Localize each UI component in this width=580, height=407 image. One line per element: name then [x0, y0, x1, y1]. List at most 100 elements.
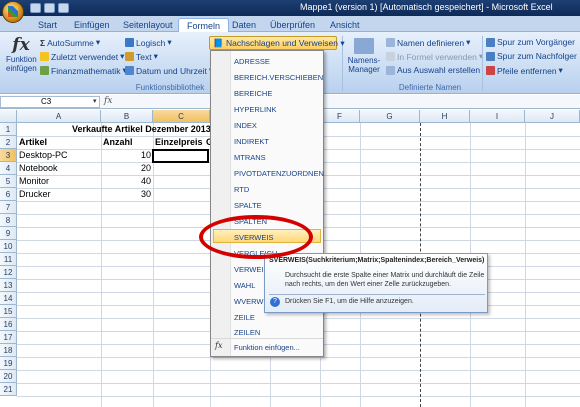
name-manager-button[interactable]: Namens-Manager	[346, 38, 382, 74]
row-header[interactable]: 9	[0, 227, 17, 240]
menu-item-zeilen[interactable]: ZEILEN	[234, 328, 260, 337]
cell-a2[interactable]: Artikel	[19, 136, 47, 149]
row-header[interactable]: 2	[0, 136, 17, 149]
column-header-j[interactable]: J	[525, 110, 580, 123]
cell-b3[interactable]: 10	[101, 149, 151, 162]
row-header[interactable]: 1	[0, 123, 17, 136]
menu-item-bereich-verschieben[interactable]: BEREICH.VERSCHIEBEN	[234, 73, 323, 82]
row-header[interactable]: 14	[0, 292, 17, 305]
column-header-i[interactable]: I	[470, 110, 525, 123]
row-header[interactable]: 13	[0, 279, 17, 292]
cell-b4[interactable]: 20	[101, 162, 151, 175]
menu-item-pivotdatenzuordnen[interactable]: PIVOTDATENZUORDNEN	[234, 169, 324, 178]
redo-icon[interactable]	[58, 3, 69, 13]
row-header[interactable]: 21	[0, 383, 17, 396]
menu-item-wahl[interactable]: WAHL	[234, 281, 255, 290]
tab-formeln[interactable]: Formeln	[178, 18, 230, 33]
row-header[interactable]: 4	[0, 162, 17, 175]
active-cell-c3[interactable]	[152, 149, 209, 163]
tab-seitenlayout[interactable]: Seitenlayout	[115, 18, 181, 32]
insert-function-button[interactable]: fx Funktion einfügen	[6, 35, 37, 73]
book-icon: 📘	[213, 38, 224, 48]
menu-item-hyperlink[interactable]: HYPERLINK	[234, 105, 277, 114]
tab-daten[interactable]: Daten	[224, 18, 264, 32]
logical-button[interactable]: Logisch ▾	[125, 37, 172, 48]
menu-item-indirekt[interactable]: INDIREKT	[234, 137, 269, 146]
autosum-button[interactable]: Σ AutoSumme ▾	[40, 37, 100, 48]
tab-ansicht[interactable]: Ansicht	[322, 18, 368, 32]
create-from-selection-button[interactable]: Aus Auswahl erstellen	[386, 65, 480, 75]
arrow-icon	[486, 51, 495, 61]
cell-a4[interactable]: Notebook	[19, 162, 58, 175]
column-header-h[interactable]: H	[420, 110, 470, 123]
column-header-b[interactable]: B	[101, 110, 153, 123]
trace-dependents-button[interactable]: Spur zum Nachfolger	[486, 51, 577, 61]
row-header[interactable]: 17	[0, 331, 17, 344]
cell-b2[interactable]: Anzahl	[103, 136, 133, 149]
menu-item-adresse[interactable]: ADRESSE	[234, 57, 270, 66]
menu-item-insert-function[interactable]: Funktion einfügen...	[234, 343, 300, 352]
row-header[interactable]: 12	[0, 266, 17, 279]
remove-arrows-button[interactable]: Pfeile entfernen ▾	[486, 65, 563, 76]
define-name-button[interactable]: Namen definieren ▾	[386, 37, 470, 48]
row-header[interactable]: 15	[0, 305, 17, 318]
fx-icon: fx	[104, 96, 113, 106]
use-in-formula-button[interactable]: In Formel verwenden ▾	[386, 51, 483, 62]
menu-item-bereiche[interactable]: BEREICHE	[234, 89, 272, 98]
cell-a3[interactable]: Desktop-PC	[19, 149, 68, 162]
text-button[interactable]: Text ▾	[125, 51, 158, 62]
row-header[interactable]: 11	[0, 253, 17, 266]
column-header-f[interactable]: F	[320, 110, 360, 123]
cell-b6[interactable]: 30	[101, 188, 151, 201]
row-header[interactable]: 20	[0, 370, 17, 383]
select-all-corner[interactable]	[0, 110, 17, 123]
menu-item-mtrans[interactable]: MTRANS	[234, 153, 266, 162]
column-header-g[interactable]: G	[360, 110, 420, 123]
formula-input[interactable]: fx	[104, 96, 214, 108]
row-header[interactable]: 5	[0, 175, 17, 188]
sigma-icon: Σ	[40, 37, 46, 48]
grid-line	[525, 123, 526, 407]
row-header[interactable]: 10	[0, 240, 17, 253]
recently-used-button[interactable]: Zuletzt verwendet ▾	[40, 51, 124, 62]
row-header[interactable]: 19	[0, 357, 17, 370]
undo-icon[interactable]	[44, 3, 55, 13]
selection-icon	[386, 65, 395, 75]
remove-arrows-icon	[486, 66, 495, 75]
row-header[interactable]: 8	[0, 214, 17, 227]
row-header[interactable]: 18	[0, 344, 17, 357]
cell-c2[interactable]: Einzelpreis	[155, 136, 203, 149]
row-header[interactable]: 3	[0, 149, 17, 162]
group-label-definierte-namen: Definierte Namen	[398, 83, 462, 92]
menu-icon-strip	[211, 51, 231, 356]
column-header-a[interactable]: A	[17, 110, 101, 123]
trace-precedents-button[interactable]: Spur zum Vorgänger	[486, 37, 575, 47]
cell-a6[interactable]: Drucker	[19, 188, 51, 201]
cell-a5[interactable]: Monitor	[19, 175, 49, 188]
menu-item-index[interactable]: INDEX	[234, 121, 257, 130]
row-header[interactable]: 6	[0, 188, 17, 201]
sheet-title-cell[interactable]: Verkaufte Artikel Dezember 2013	[72, 123, 211, 136]
calendar-icon	[125, 66, 134, 75]
text-icon	[125, 52, 134, 61]
title-bar: Mappe1 (version 1) [Automatisch gespeich…	[0, 0, 580, 23]
lookup-reference-button[interactable]: 📘 Nachschlagen und Verweisen ▾	[209, 36, 345, 50]
tab-einfuegen[interactable]: Einfügen	[66, 18, 118, 32]
date-time-button[interactable]: Datum und Uhrzeit▾	[125, 65, 213, 76]
column-header-c[interactable]: C	[153, 110, 210, 123]
row-header[interactable]: 7	[0, 201, 17, 214]
financial-button[interactable]: Finanzmathematik▾	[40, 65, 127, 76]
chevron-down-icon[interactable]: ▾	[93, 97, 97, 105]
office-button[interactable]	[2, 1, 24, 23]
name-box[interactable]: C3	[0, 96, 100, 108]
row-header[interactable]: 16	[0, 318, 17, 331]
grid-line	[17, 357, 580, 358]
tab-start[interactable]: Start	[30, 18, 65, 32]
tab-ueberpruefen[interactable]: Überprüfen	[262, 18, 323, 32]
menu-item-zeile[interactable]: ZEILE	[234, 313, 255, 322]
arrow-icon	[486, 37, 495, 47]
cell-b5[interactable]: 40	[101, 175, 151, 188]
menu-item-spalte[interactable]: SPALTE	[234, 201, 262, 210]
menu-item-rtd[interactable]: RTD	[234, 185, 249, 194]
save-icon[interactable]	[30, 3, 41, 13]
